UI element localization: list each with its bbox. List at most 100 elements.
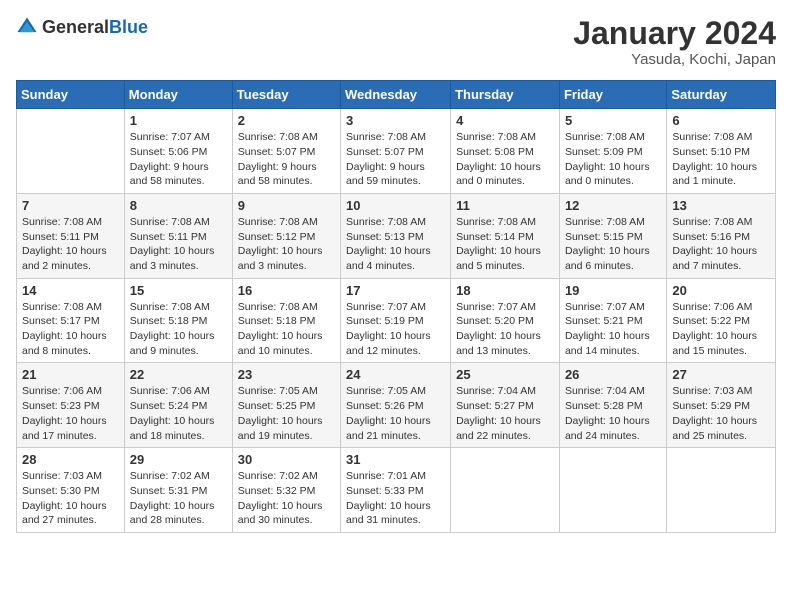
day-number: 1 [130, 113, 227, 128]
calendar-cell: 2Sunrise: 7:08 AMSunset: 5:07 PMDaylight… [232, 109, 340, 194]
day-number: 31 [346, 452, 445, 467]
calendar-cell: 28Sunrise: 7:03 AMSunset: 5:30 PMDayligh… [17, 448, 125, 533]
logo-text-general: General [42, 17, 109, 37]
calendar-cell: 15 Sunrise: 7:08 AMSunset: 5:18 PMDayligh… [124, 278, 232, 363]
calendar-cell: 30 Sunrise: 7:02 AMSunset: 5:32 PMDayligh… [232, 448, 340, 533]
day-info: Sunrise: 7:06 AMSunset: 5:22 PMDaylight:… [672, 300, 770, 359]
page-header: GeneralBlue January 2024 Yasuda, Kochi, … [16, 16, 776, 68]
day-info: Sunrise: 7:08 AMSunset: 5:14 PMDaylight:… [456, 215, 554, 274]
day-number: 7 [22, 198, 119, 213]
calendar-cell: 21 Sunrise: 7:06 AMSunset: 5:23 PMDayligh… [17, 363, 125, 448]
calendar-cell: 3 Sunrise: 7:08 AMSunset: 5:07 PMDaylight… [341, 109, 451, 194]
day-number: 4 [456, 113, 554, 128]
day-info: Sunrise: 7:08 AMSunset: 5:07 PMDaylight:… [346, 130, 445, 189]
calendar-cell: 19 Sunrise: 7:07 AMSunset: 5:21 PMDayligh… [559, 278, 666, 363]
day-number: 8 [130, 198, 227, 213]
week-row-3: 14 Sunrise: 7:08 AMSunset: 5:17 PMDayligh… [17, 278, 776, 363]
day-info: Sunrise: 7:02 AMSunset: 5:32 PMDaylight:… [238, 469, 335, 528]
day-info: Sunrise: 7:03 AMSunset: 5:30 PMDaylight:… [22, 469, 119, 528]
day-info: Sunrise: 7:07 AMSunset: 5:19 PMDaylight:… [346, 300, 445, 359]
day-info: Sunrise: 7:03 AMSunset: 5:29 PMDaylight:… [672, 384, 770, 443]
day-info: Sunrise: 7:04 AMSunset: 5:27 PMDaylight:… [456, 384, 554, 443]
calendar-cell: 12 Sunrise: 7:08 AMSunset: 5:15 PMDayligh… [559, 193, 666, 278]
day-number: 25 [456, 367, 554, 382]
calendar-cell: 25 Sunrise: 7:04 AMSunset: 5:27 PMDayligh… [451, 363, 560, 448]
calendar-cell: 16Sunrise: 7:08 AMSunset: 5:18 PMDayligh… [232, 278, 340, 363]
day-number: 14 [22, 283, 119, 298]
calendar-cell: 10 Sunrise: 7:08 AMSunset: 5:13 PMDayligh… [341, 193, 451, 278]
calendar-cell: 18 Sunrise: 7:07 AMSunset: 5:20 PMDayligh… [451, 278, 560, 363]
day-number: 26 [565, 367, 661, 382]
day-info: Sunrise: 7:01 AMSunset: 5:33 PMDaylight:… [346, 469, 445, 528]
day-number: 19 [565, 283, 661, 298]
calendar-cell [559, 448, 666, 533]
calendar-header: SundayMondayTuesdayWednesdayThursdayFrid… [17, 81, 776, 109]
day-info: Sunrise: 7:06 AMSunset: 5:23 PMDaylight:… [22, 384, 119, 443]
day-info: Sunrise: 7:08 AMSunset: 5:18 PMDaylight:… [238, 300, 335, 359]
calendar-cell: 26 Sunrise: 7:04 AMSunset: 5:28 PMDayligh… [559, 363, 666, 448]
calendar-cell: 5 Sunrise: 7:08 AMSunset: 5:09 PMDaylight… [559, 109, 666, 194]
calendar-cell: 31 Sunrise: 7:01 AMSunset: 5:33 PMDayligh… [341, 448, 451, 533]
header-day-saturday: Saturday [667, 81, 776, 109]
calendar-cell: 29Sunrise: 7:02 AMSunset: 5:31 PMDayligh… [124, 448, 232, 533]
day-info: Sunrise: 7:07 AMSunset: 5:20 PMDaylight:… [456, 300, 554, 359]
calendar-table: SundayMondayTuesdayWednesdayThursdayFrid… [16, 80, 776, 533]
day-info: Sunrise: 7:06 AMSunset: 5:24 PMDaylight:… [130, 384, 227, 443]
day-info: Sunrise: 7:08 AMSunset: 5:18 PMDaylight:… [130, 300, 227, 359]
calendar-cell: 6 Sunrise: 7:08 AMSunset: 5:10 PMDaylight… [667, 109, 776, 194]
day-number: 3 [346, 113, 445, 128]
day-number: 23 [238, 367, 335, 382]
day-info: Sunrise: 7:08 AMSunset: 5:08 PMDaylight:… [456, 130, 554, 189]
day-info: Sunrise: 7:07 AMSunset: 5:21 PMDaylight:… [565, 300, 661, 359]
day-number: 6 [672, 113, 770, 128]
logo-icon [16, 16, 38, 38]
day-info: Sunrise: 7:05 AMSunset: 5:26 PMDaylight:… [346, 384, 445, 443]
day-number: 27 [672, 367, 770, 382]
day-number: 10 [346, 198, 445, 213]
calendar-body: 1 Sunrise: 7:07 AMSunset: 5:06 PMDaylight… [17, 109, 776, 533]
calendar-cell: 14 Sunrise: 7:08 AMSunset: 5:17 PMDayligh… [17, 278, 125, 363]
calendar-cell: 8Sunrise: 7:08 AMSunset: 5:11 PMDaylight… [124, 193, 232, 278]
day-info: Sunrise: 7:08 AMSunset: 5:15 PMDaylight:… [565, 215, 661, 274]
header-day-wednesday: Wednesday [341, 81, 451, 109]
day-number: 5 [565, 113, 661, 128]
day-number: 17 [346, 283, 445, 298]
calendar-cell: 13Sunrise: 7:08 AMSunset: 5:16 PMDayligh… [667, 193, 776, 278]
calendar-cell: 20Sunrise: 7:06 AMSunset: 5:22 PMDayligh… [667, 278, 776, 363]
logo-text-blue: Blue [109, 17, 148, 37]
main-title: January 2024 [573, 16, 776, 51]
calendar-cell: 1 Sunrise: 7:07 AMSunset: 5:06 PMDaylight… [124, 109, 232, 194]
day-info: Sunrise: 7:04 AMSunset: 5:28 PMDaylight:… [565, 384, 661, 443]
header-day-tuesday: Tuesday [232, 81, 340, 109]
day-info: Sunrise: 7:08 AMSunset: 5:10 PMDaylight:… [672, 130, 770, 189]
day-info: Sunrise: 7:08 AMSunset: 5:13 PMDaylight:… [346, 215, 445, 274]
calendar-cell: 23 Sunrise: 7:05 AMSunset: 5:25 PMDayligh… [232, 363, 340, 448]
week-row-5: 28Sunrise: 7:03 AMSunset: 5:30 PMDayligh… [17, 448, 776, 533]
week-row-4: 21 Sunrise: 7:06 AMSunset: 5:23 PMDayligh… [17, 363, 776, 448]
week-row-2: 7Sunrise: 7:08 AMSunset: 5:11 PMDaylight… [17, 193, 776, 278]
header-day-friday: Friday [559, 81, 666, 109]
calendar-cell: 22 Sunrise: 7:06 AMSunset: 5:24 PMDayligh… [124, 363, 232, 448]
day-info: Sunrise: 7:05 AMSunset: 5:25 PMDaylight:… [238, 384, 335, 443]
day-number: 18 [456, 283, 554, 298]
calendar-cell: 24 Sunrise: 7:05 AMSunset: 5:26 PMDayligh… [341, 363, 451, 448]
day-info: Sunrise: 7:07 AMSunset: 5:06 PMDaylight:… [130, 130, 227, 189]
day-number: 21 [22, 367, 119, 382]
header-day-monday: Monday [124, 81, 232, 109]
calendar-cell: 11 Sunrise: 7:08 AMSunset: 5:14 PMDayligh… [451, 193, 560, 278]
calendar-cell [17, 109, 125, 194]
day-number: 24 [346, 367, 445, 382]
day-info: Sunrise: 7:08 AMSunset: 5:09 PMDaylight:… [565, 130, 661, 189]
subtitle: Yasuda, Kochi, Japan [573, 51, 776, 68]
day-number: 12 [565, 198, 661, 213]
day-number: 22 [130, 367, 227, 382]
day-info: Sunrise: 7:08 AMSunset: 5:17 PMDaylight:… [22, 300, 119, 359]
header-day-thursday: Thursday [451, 81, 560, 109]
title-block: January 2024 Yasuda, Kochi, Japan [573, 16, 776, 68]
calendar-cell: 9Sunrise: 7:08 AMSunset: 5:12 PMDaylight… [232, 193, 340, 278]
day-number: 13 [672, 198, 770, 213]
day-number: 29 [130, 452, 227, 467]
day-number: 30 [238, 452, 335, 467]
day-number: 15 [130, 283, 227, 298]
day-number: 11 [456, 198, 554, 213]
